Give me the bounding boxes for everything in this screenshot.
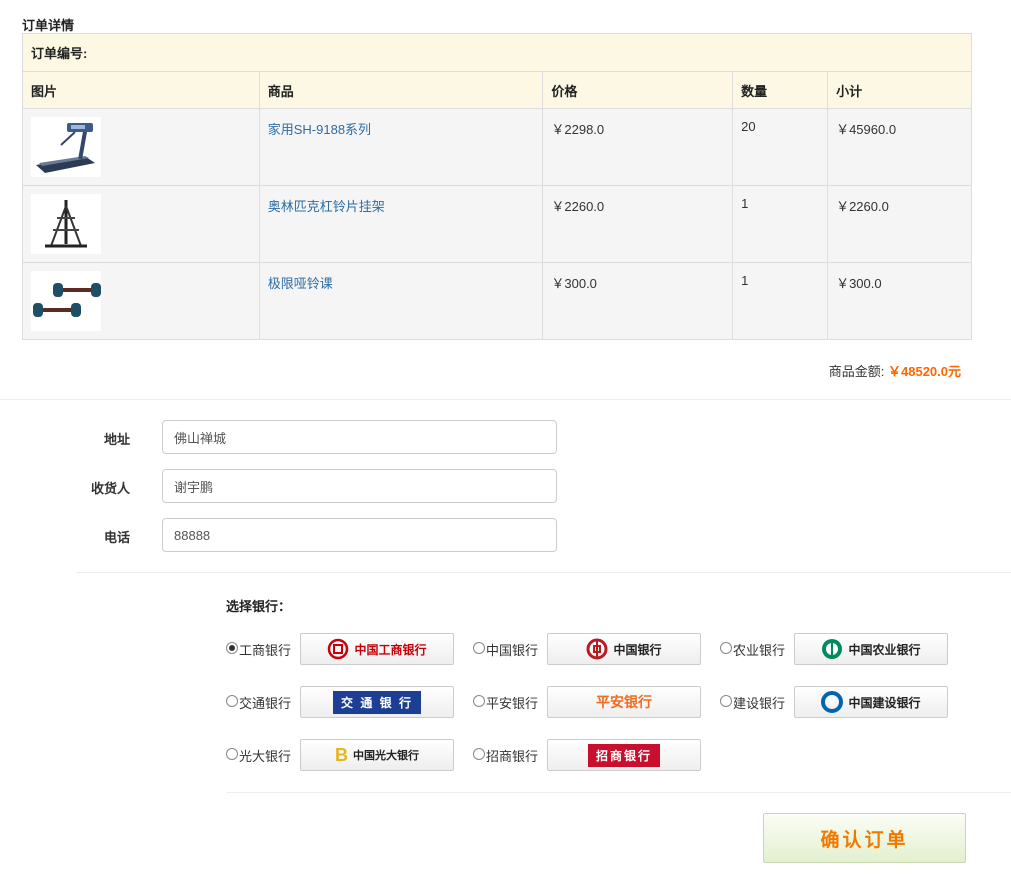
bank-name: 光大银行 xyxy=(239,749,292,764)
receiver-input[interactable] xyxy=(162,469,557,503)
bank-option-abc[interactable]: 农业银行 中国农业银行 xyxy=(720,633,960,665)
ceb-emblem-icon: B xyxy=(335,744,348,765)
address-label: 地址 xyxy=(103,432,130,447)
column-header-image: 图片 xyxy=(22,71,260,109)
order-number-label: 订单编号: xyxy=(22,33,972,72)
dumbbell-icon[interactable] xyxy=(31,271,101,331)
divider xyxy=(226,792,1011,793)
confirm-order-button[interactable]: 确认订单 xyxy=(763,813,966,863)
address-row: 地址 xyxy=(0,420,600,454)
ceb-logo-icon[interactable]: B 中国光大银行 xyxy=(300,739,454,771)
treadmill-icon[interactable] xyxy=(31,117,101,177)
price-cell: ￥300.0 xyxy=(542,262,734,340)
subtotal-cell: ￥300.0 xyxy=(827,262,972,340)
bank-option-ccb[interactable]: 建设银行 中国建设银行 xyxy=(720,686,960,718)
radio-pingan[interactable] xyxy=(473,695,485,707)
boc-logo-icon[interactable]: 中国银行 xyxy=(547,633,701,665)
bank-name: 中国银行 xyxy=(486,643,539,658)
bank-option-cmb[interactable]: 招商银行 招商银行 xyxy=(473,739,713,771)
bank-name: 平安银行 xyxy=(486,696,539,711)
ccb-logo-icon[interactable]: 中国建设银行 xyxy=(794,686,948,718)
price-cell: ￥2260.0 xyxy=(542,185,734,263)
bank-name: 农业银行 xyxy=(733,643,786,658)
subtotal-cell: ￥45960.0 xyxy=(827,108,972,186)
divider xyxy=(0,399,1011,400)
product-link[interactable]: 家用SH-9188系列 xyxy=(268,122,371,137)
cmb-logo-icon[interactable]: 招商银行 xyxy=(547,739,701,771)
logo-text: 中国农业银行 xyxy=(848,642,921,657)
product-link[interactable]: 奥林匹克杠铃片挂架 xyxy=(268,199,385,214)
bocom-logo-icon[interactable]: 交 通 银 行 xyxy=(300,686,454,718)
logo-text: 中国建设银行 xyxy=(848,695,921,710)
quantity-cell: 1 xyxy=(732,185,829,263)
subtotal-cell: ￥2260.0 xyxy=(827,185,972,263)
column-header-product: 商品 xyxy=(258,71,544,109)
product-link[interactable]: 极限哑铃课 xyxy=(268,276,333,291)
order-total: 商品金额: ￥48520.0元 xyxy=(829,361,961,380)
receiver-row: 收货人 xyxy=(0,469,600,503)
bank-name: 招商银行 xyxy=(486,749,539,764)
bank-name: 建设银行 xyxy=(733,696,786,711)
column-header-price: 价格 xyxy=(542,71,734,109)
radio-bocom[interactable] xyxy=(226,695,238,707)
boc-emblem-icon xyxy=(586,638,608,660)
radio-cmb[interactable] xyxy=(473,748,485,760)
section-title: 订单详情 xyxy=(22,18,75,33)
radio-icbc[interactable] xyxy=(226,642,238,654)
logo-text: 招商银行 xyxy=(595,748,652,763)
radio-ccb[interactable] xyxy=(720,695,732,707)
divider xyxy=(76,572,1011,573)
address-input[interactable] xyxy=(162,420,557,454)
column-header-quantity: 数量 xyxy=(732,71,829,109)
phone-row: 电话 xyxy=(0,518,600,552)
logo-text: 中国工商银行 xyxy=(354,642,427,657)
receiver-label: 收货人 xyxy=(90,481,130,496)
phone-label: 电话 xyxy=(103,530,130,545)
table-row: 家用SH-9188系列 ￥2298.0 20 ￥45960.0 xyxy=(22,108,972,186)
bank-name: 工商银行 xyxy=(239,643,292,658)
total-amount: ￥48520.0元 xyxy=(888,364,961,379)
ccb-emblem-icon xyxy=(821,691,844,713)
pingan-logo-icon[interactable]: 平安银行 xyxy=(547,686,701,718)
abc-logo-icon[interactable]: 中国农业银行 xyxy=(794,633,948,665)
plate-rack-icon[interactable] xyxy=(31,194,101,254)
radio-boc[interactable] xyxy=(473,642,485,654)
order-table: 订单编号: 图片 商品 价格 数量 小计 家用SH-9188系列 ￥2298.0… xyxy=(22,33,972,340)
logo-text: 交 通 银 行 xyxy=(340,695,413,710)
bank-select-title: 选择银行： xyxy=(226,599,292,614)
abc-emblem-icon xyxy=(822,639,843,659)
price-cell: ￥2298.0 xyxy=(542,108,734,186)
icbc-emblem-icon xyxy=(328,638,349,660)
icbc-logo-icon[interactable]: 中国工商银行 xyxy=(300,633,454,665)
total-label: 商品金额: xyxy=(828,364,885,379)
bank-option-icbc[interactable]: 工商银行 中国工商银行 xyxy=(226,633,466,665)
table-row: 极限哑铃课 ￥300.0 1 ￥300.0 xyxy=(22,262,972,340)
quantity-cell: 20 xyxy=(732,108,829,186)
logo-text: 中国光大银行 xyxy=(353,750,419,762)
bank-option-pingan[interactable]: 平安银行 平安银行 xyxy=(473,686,713,718)
bank-option-boc[interactable]: 中国银行 中国银行 xyxy=(473,633,713,665)
bank-option-ceb[interactable]: 光大银行 B 中国光大银行 xyxy=(226,739,466,771)
bank-name: 交通银行 xyxy=(239,696,292,711)
logo-text: 平安银行 xyxy=(596,694,652,710)
bank-option-bocom[interactable]: 交通银行 交 通 银 行 xyxy=(226,686,466,718)
table-row: 奥林匹克杠铃片挂架 ￥2260.0 1 ￥2260.0 xyxy=(22,185,972,263)
logo-text: 中国银行 xyxy=(613,642,662,657)
column-header-subtotal: 小计 xyxy=(827,71,972,109)
radio-ceb[interactable] xyxy=(226,748,238,760)
phone-input[interactable] xyxy=(162,518,557,552)
quantity-cell: 1 xyxy=(732,262,829,340)
radio-abc[interactable] xyxy=(720,642,732,654)
